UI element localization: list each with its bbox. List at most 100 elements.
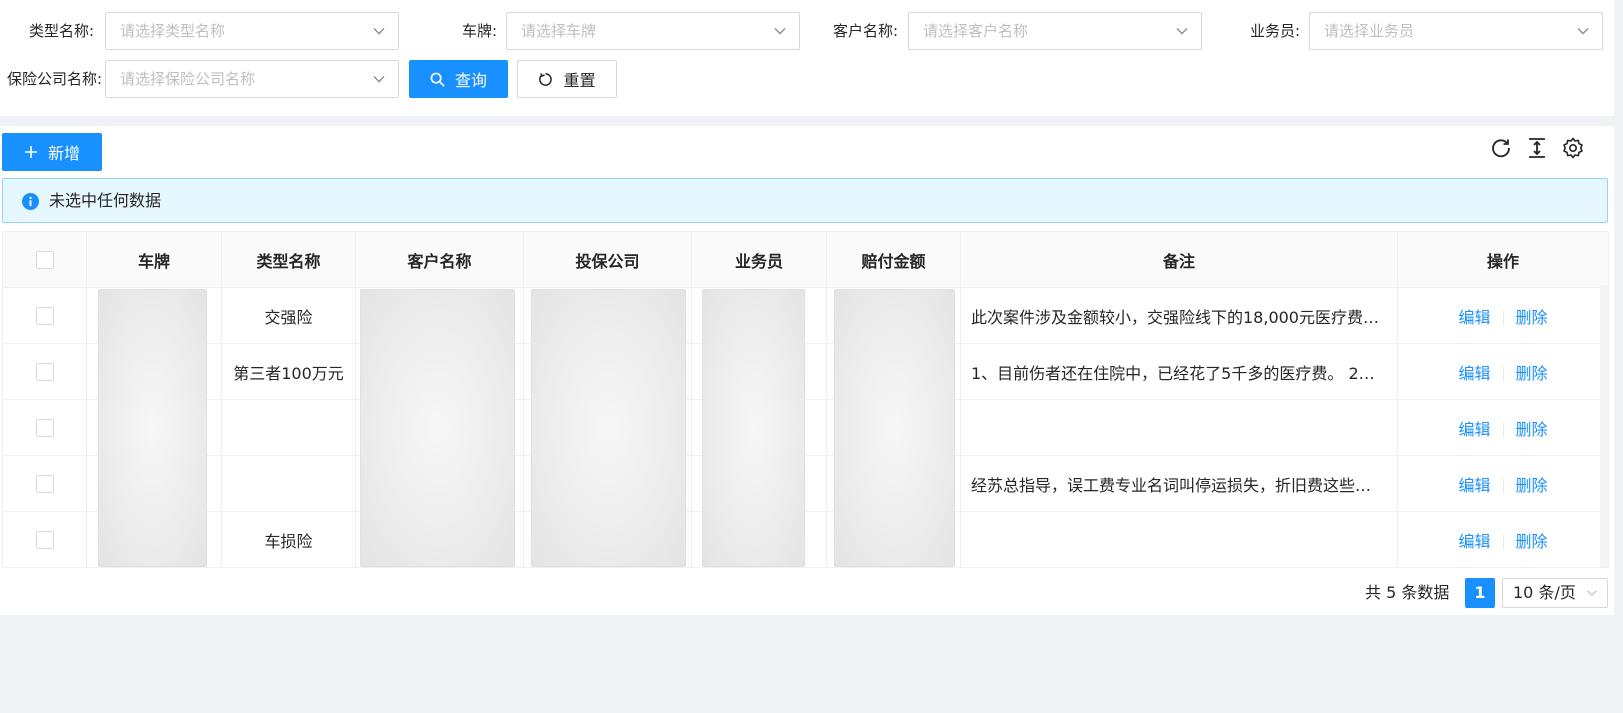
type-cell: 交强险 xyxy=(221,287,356,344)
remark-cell: 经苏总指导，误工费专业名词叫停运损失，折旧费这些… xyxy=(960,455,1398,512)
customer-name-select[interactable]: 请选择客户名称 xyxy=(908,12,1202,50)
delete-link[interactable]: 删除 xyxy=(1516,364,1548,383)
column-header-compensation: 赔付金额 xyxy=(826,231,961,288)
table-row: 经苏总指导，误工费专业名词叫停运损失，折旧费这些… 编辑 删除 xyxy=(2,455,1609,512)
reload-icon[interactable] xyxy=(1489,136,1513,160)
column-header-actions: 操作 xyxy=(1397,231,1609,288)
divider xyxy=(1502,423,1504,437)
actions-cell: 编辑 删除 xyxy=(1397,343,1609,400)
redacted-salesman-column xyxy=(702,289,805,567)
add-button-label: 新增 xyxy=(47,144,80,163)
chevron-down-icon xyxy=(1176,28,1188,35)
column-header-plate: 车牌 xyxy=(86,231,222,288)
page-size-select[interactable]: 10 条/页 xyxy=(1502,578,1608,608)
plate-placeholder: 请选择车牌 xyxy=(521,22,597,40)
delete-link[interactable]: 删除 xyxy=(1516,420,1548,439)
search-panel: 类型名称: 请选择类型名称 车牌: 请选择车牌 客户名称: 请选择客户名称 业务… xyxy=(0,0,1614,116)
insurer-name-select[interactable]: 请选择保险公司名称 xyxy=(105,60,399,98)
edit-link[interactable]: 编辑 xyxy=(1458,532,1490,551)
row-checkbox[interactable] xyxy=(35,363,54,382)
edit-link[interactable]: 编辑 xyxy=(1458,308,1490,327)
chevron-down-icon xyxy=(774,28,786,35)
chevron-down-icon xyxy=(1577,28,1589,35)
edit-link[interactable]: 编辑 xyxy=(1458,420,1490,439)
delete-link[interactable]: 删除 xyxy=(1516,532,1548,551)
table-panel: 新增 未选中任何数据 车牌 类型名称 客户名称 投保公司 业务员 赔付金额 备注… xyxy=(0,126,1614,615)
delete-link[interactable]: 删除 xyxy=(1516,476,1548,495)
pagination-page-1[interactable]: 1 xyxy=(1465,578,1495,608)
divider xyxy=(1502,311,1504,325)
remark-cell xyxy=(960,511,1398,568)
salesman-select[interactable]: 请选择业务员 xyxy=(1309,12,1603,50)
reset-button-label: 重置 xyxy=(563,71,596,90)
type-cell xyxy=(221,399,356,456)
setting-icon[interactable] xyxy=(1561,136,1585,160)
info-circle-icon xyxy=(22,193,39,210)
remark-cell: 1、目前伤者还在住院中，已经花了5千多的医疗费。 2… xyxy=(960,343,1398,400)
type-name-select[interactable]: 请选择类型名称 xyxy=(105,12,399,50)
pagination-total: 共 5 条数据 xyxy=(1365,583,1450,602)
reload-icon xyxy=(539,72,553,86)
divider xyxy=(1502,367,1504,381)
insurer-name-label: 保险公司名称: xyxy=(7,70,103,88)
row-checkbox[interactable] xyxy=(35,531,54,550)
reset-button[interactable]: 重置 xyxy=(517,60,617,98)
row-checkbox[interactable] xyxy=(35,475,54,494)
table-row: 第三者100万元 1、目前伤者还在住院中，已经花了5千多的医疗费。 2… 编辑 删… xyxy=(2,343,1609,400)
query-button-label: 查询 xyxy=(454,71,487,90)
type-cell: 第三者100万元 xyxy=(221,343,356,400)
redacted-compensation-column xyxy=(834,289,955,567)
divider xyxy=(1502,535,1504,549)
delete-link[interactable]: 删除 xyxy=(1516,308,1548,327)
edit-link[interactable]: 编辑 xyxy=(1458,364,1490,383)
type-name-label: 类型名称: xyxy=(29,22,95,40)
divider xyxy=(1502,479,1504,493)
type-cell xyxy=(221,455,356,512)
redacted-plate-column xyxy=(98,289,207,567)
row-checkbox[interactable] xyxy=(35,419,54,438)
remark-cell: 此次案件涉及金额较小，交强险线下的18,000元医疗费… xyxy=(960,287,1398,344)
insurer-name-placeholder: 请选择保险公司名称 xyxy=(120,70,256,88)
type-name-placeholder: 请选择类型名称 xyxy=(120,22,226,40)
column-header-type: 类型名称 xyxy=(221,231,356,288)
plus-icon xyxy=(24,146,37,158)
data-table: 车牌 类型名称 客户名称 投保公司 业务员 赔付金额 备注 操作 交强险 此次案… xyxy=(2,231,1609,568)
search-icon xyxy=(430,72,445,86)
page-size-value: 10 条/页 xyxy=(1513,583,1576,602)
add-button[interactable]: 新增 xyxy=(2,133,102,171)
column-header-insurer: 投保公司 xyxy=(523,231,692,288)
edit-link[interactable]: 编辑 xyxy=(1458,476,1490,495)
vertical-scrollbar[interactable] xyxy=(1600,285,1608,567)
actions-cell: 编辑 删除 xyxy=(1397,287,1609,344)
plate-label: 车牌: xyxy=(462,22,498,40)
customer-name-placeholder: 请选择客户名称 xyxy=(923,22,1029,40)
column-height-icon[interactable] xyxy=(1525,136,1549,160)
column-header-customer: 客户名称 xyxy=(355,231,524,288)
table-row: 编辑 删除 xyxy=(2,399,1609,456)
customer-name-label: 客户名称: xyxy=(833,22,899,40)
actions-cell: 编辑 删除 xyxy=(1397,455,1609,512)
table-header-row: 车牌 类型名称 客户名称 投保公司 业务员 赔付金额 备注 操作 xyxy=(2,231,1609,288)
column-header-remark: 备注 xyxy=(960,231,1398,288)
remark-cell xyxy=(960,399,1398,456)
actions-cell: 编辑 删除 xyxy=(1397,511,1609,568)
type-cell: 车损险 xyxy=(221,511,356,568)
chevron-down-icon xyxy=(1587,590,1597,596)
plate-select[interactable]: 请选择车牌 xyxy=(506,12,800,50)
select-all-checkbox[interactable] xyxy=(35,251,54,270)
table-row: 交强险 此次案件涉及金额较小，交强险线下的18,000元医疗费… 编辑 删除 xyxy=(2,287,1609,344)
actions-cell: 编辑 删除 xyxy=(1397,399,1609,456)
selection-alert: 未选中任何数据 xyxy=(2,178,1608,223)
redacted-customer-column xyxy=(360,289,515,567)
table-row: 车损险 编辑 删除 xyxy=(2,511,1609,568)
chevron-down-icon xyxy=(373,28,385,35)
row-checkbox[interactable] xyxy=(35,307,54,326)
redacted-insurer-column xyxy=(531,289,686,567)
salesman-placeholder: 请选择业务员 xyxy=(1324,22,1415,40)
selection-alert-text: 未选中任何数据 xyxy=(49,191,162,210)
query-button[interactable]: 查询 xyxy=(409,60,508,98)
salesman-label: 业务员: xyxy=(1250,22,1301,40)
column-header-salesman: 业务员 xyxy=(691,231,827,288)
chevron-down-icon xyxy=(373,76,385,83)
select-all-cell xyxy=(2,231,87,288)
